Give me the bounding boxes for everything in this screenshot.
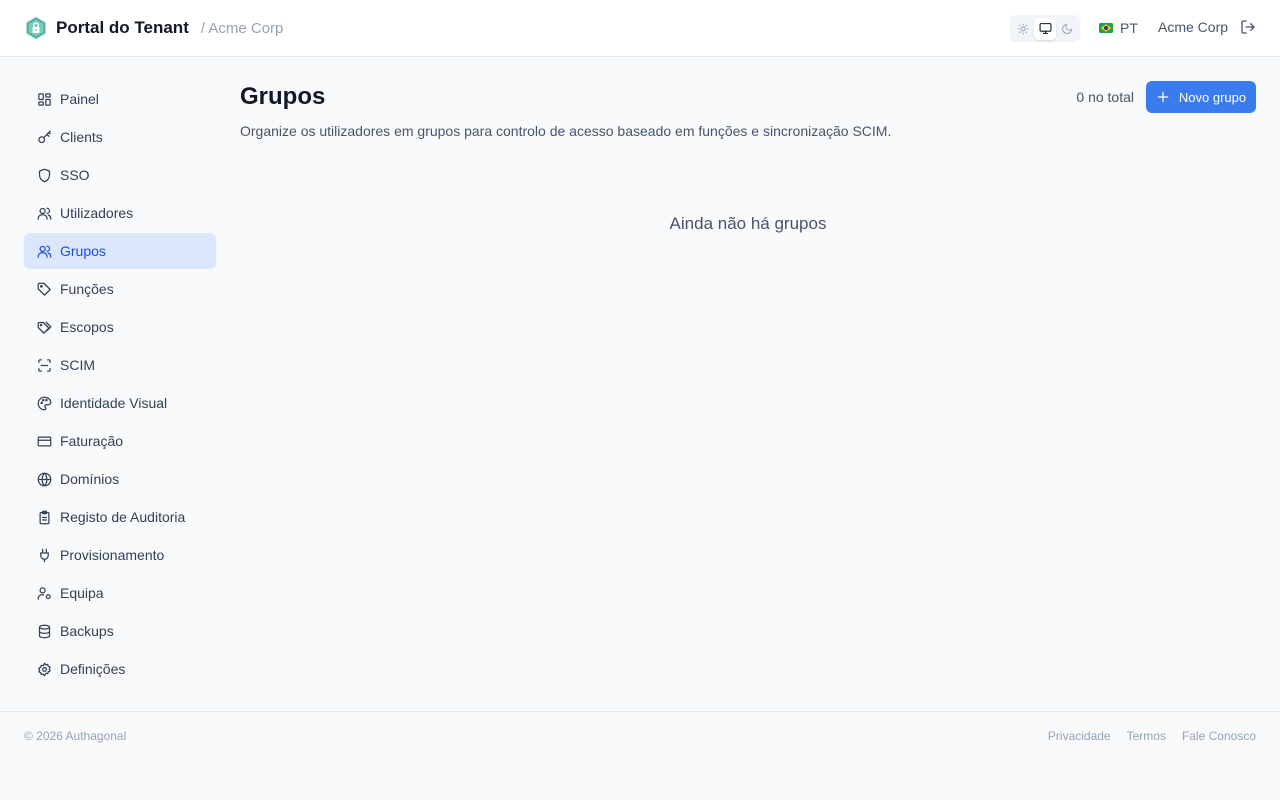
sidebar-item-definicoes[interactable]: Definições [24, 651, 216, 687]
sidebar: Painel Clients SSO Utilizadores Grupos F… [24, 81, 216, 689]
tags-icon [36, 319, 52, 335]
system-theme-button[interactable] [1034, 17, 1056, 40]
sidebar-item-funcoes[interactable]: Funções [24, 271, 216, 307]
contact-link[interactable]: Fale Conosco [1182, 729, 1256, 743]
sidebar-item-label: Equipa [60, 585, 104, 601]
sidebar-item-label: Utilizadores [60, 205, 134, 221]
user-cog-icon [36, 585, 52, 601]
sidebar-item-provisionamento[interactable]: Provisionamento [24, 537, 216, 573]
footer: © 2026 Authagonal Privacidade Termos Fal… [0, 711, 1280, 800]
new-group-label: Novo grupo [1178, 89, 1247, 105]
top-bar: Portal do Tenant / Acme Corp PT Acme Cor… [0, 0, 1280, 57]
gear-icon [36, 661, 52, 677]
key-icon [36, 129, 52, 145]
sidebar-item-clients[interactable]: Clients [24, 119, 216, 155]
plug-icon [36, 547, 52, 563]
scan-icon [36, 357, 52, 373]
sidebar-item-label: Definições [60, 661, 126, 677]
sidebar-item-label: Registo de Auditoria [60, 509, 186, 525]
sidebar-item-label: Funções [60, 281, 114, 297]
palette-icon [36, 395, 52, 411]
sidebar-item-label: Clients [60, 129, 103, 145]
brand-logo-icon [24, 16, 48, 40]
sidebar-item-grupos[interactable]: Grupos [24, 233, 216, 269]
sidebar-item-identidade-visual[interactable]: Identidade Visual [24, 385, 216, 421]
shield-icon [36, 167, 52, 183]
sidebar-item-label: Faturação [60, 433, 124, 449]
globe-icon [36, 471, 52, 487]
credit-card-icon [36, 433, 52, 449]
light-theme-button[interactable] [1012, 18, 1034, 40]
tag-icon [36, 281, 52, 297]
sidebar-item-label: Painel [60, 91, 99, 107]
sidebar-item-scim[interactable]: SCIM [24, 347, 216, 383]
page-description: Organize os utilizadores em grupos para … [240, 123, 892, 139]
main-content: Grupos Organize os utilizadores em grupo… [240, 81, 1256, 233]
sidebar-item-label: Grupos [60, 243, 106, 259]
dark-theme-button[interactable] [1056, 18, 1078, 40]
users-icon [36, 205, 52, 221]
language-selector[interactable]: PT [1099, 18, 1138, 38]
sidebar-item-label: Domínios [60, 471, 120, 487]
users-icon [36, 243, 52, 259]
sun-icon [1017, 23, 1029, 34]
logout-icon[interactable] [1240, 19, 1256, 35]
theme-toggle [1010, 15, 1080, 42]
app-title: Portal do Tenant [56, 18, 189, 37]
footer-links: Privacidade Termos Fale Conosco [1032, 729, 1256, 743]
empty-state: Ainda não há grupos [669, 214, 827, 233]
privacy-link[interactable]: Privacidade [1048, 729, 1111, 743]
sidebar-item-label: SSO [60, 167, 90, 183]
sidebar-item-equipa[interactable]: Equipa [24, 575, 216, 611]
sidebar-item-dominios[interactable]: Domínios [24, 461, 216, 497]
sidebar-item-label: Provisionamento [60, 547, 165, 563]
plus-icon [1156, 90, 1170, 104]
terms-link[interactable]: Termos [1127, 729, 1166, 743]
sidebar-item-label: SCIM [60, 357, 95, 373]
brand[interactable]: Portal do Tenant / Acme Corp [24, 16, 283, 40]
sidebar-item-registo-de-auditoria[interactable]: Registo de Auditoria [24, 499, 216, 535]
sidebar-item-escopos[interactable]: Escopos [24, 309, 216, 345]
brazil-flag-icon [1099, 23, 1113, 33]
database-icon [36, 623, 52, 639]
sidebar-item-backups[interactable]: Backups [24, 613, 216, 649]
moon-icon [1062, 23, 1073, 34]
sidebar-item-painel[interactable]: Painel [24, 81, 216, 117]
account-name[interactable]: Acme Corp [1158, 19, 1228, 35]
total-count: 0 no total [1076, 89, 1134, 105]
sidebar-item-utilizadores[interactable]: Utilizadores [24, 195, 216, 231]
monitor-icon [1039, 23, 1051, 34]
sidebar-item-label: Identidade Visual [60, 395, 168, 411]
copyright: © 2026 Authagonal [24, 729, 127, 743]
new-group-button[interactable]: Novo grupo [1146, 81, 1256, 113]
language-label: PT [1120, 20, 1138, 36]
sidebar-item-label: Escopos [60, 319, 114, 335]
sidebar-item-faturacao[interactable]: Faturação [24, 423, 216, 459]
sidebar-item-sso[interactable]: SSO [24, 157, 216, 193]
clipboard-icon [36, 509, 52, 525]
dashboard-icon [36, 91, 52, 107]
tenant-breadcrumb[interactable]: / Acme Corp [201, 20, 284, 37]
sidebar-item-label: Backups [60, 623, 114, 639]
